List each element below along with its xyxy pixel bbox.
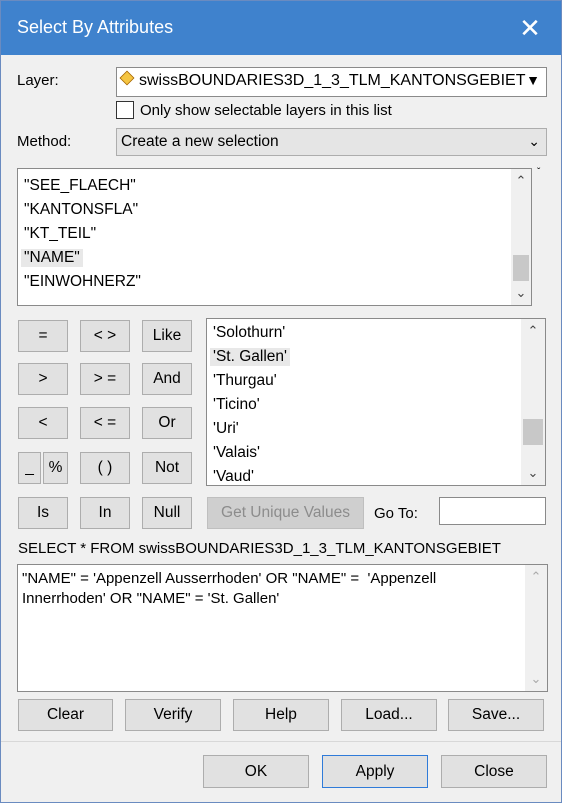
apply-button[interactable]: Apply	[322, 755, 428, 788]
scroll-up-icon[interactable]: ⌃	[511, 171, 531, 191]
get-unique-values-button[interactable]: Get Unique Values	[207, 497, 364, 529]
scroll-thumb[interactable]	[523, 419, 543, 445]
value-item[interactable]: 'Ticino'	[213, 396, 260, 414]
query-expression-text: "NAME" = 'Appenzell Ausserrhoden' OR "NA…	[22, 570, 441, 607]
greater-equal-button[interactable]: > =	[80, 363, 130, 395]
query-expression-textarea[interactable]: "NAME" = 'Appenzell Ausserrhoden' OR "NA…	[17, 564, 548, 692]
save-button[interactable]: Save...	[448, 699, 544, 731]
scroll-up-icon[interactable]: ⌃	[525, 567, 547, 587]
field-item[interactable]: "KT_TEIL"	[24, 225, 96, 243]
goto-input[interactable]	[439, 497, 546, 525]
method-label: Method:	[17, 133, 72, 150]
greater-than-button[interactable]: >	[18, 363, 68, 395]
goto-label: Go To:	[374, 505, 418, 522]
field-item[interactable]: "SEE_FLAECH"	[24, 177, 136, 195]
values-scrollbar[interactable]: ⌃ ⌄	[521, 319, 545, 485]
scroll-down-icon[interactable]: ⌄	[525, 669, 547, 689]
method-dropdown[interactable]: Create a new selection ⌄	[116, 128, 547, 156]
scroll-down-icon[interactable]: ⌄	[521, 463, 545, 483]
close-button[interactable]: Close	[441, 755, 547, 788]
scroll-up-icon[interactable]: ⌃	[521, 321, 545, 341]
values-list[interactable]: 'Solothurn' 'St. Gallen' 'Thurgau' 'Tici…	[206, 318, 546, 486]
close-icon[interactable]: ✕	[513, 9, 547, 47]
field-item[interactable]: "EINWOHNERZ"	[24, 273, 141, 291]
fields-resize-icon: ˇ	[537, 167, 541, 178]
selectable-only-checkbox[interactable]	[116, 101, 134, 119]
scroll-down-icon[interactable]: ⌄	[511, 283, 531, 303]
fields-scrollbar[interactable]: ⌃ ⌄	[511, 169, 531, 305]
field-item[interactable]: "KANTONSFLA"	[24, 201, 138, 219]
less-than-button[interactable]: <	[18, 407, 68, 439]
percent-button[interactable]: %	[43, 452, 68, 484]
value-item[interactable]: 'Vaud'	[213, 468, 254, 485]
like-button[interactable]: Like	[142, 320, 192, 352]
chevron-down-icon: ⌄	[528, 133, 540, 149]
field-item-selected[interactable]: "NAME"	[21, 249, 83, 267]
verify-button[interactable]: Verify	[125, 699, 221, 731]
value-item[interactable]: 'Valais'	[213, 444, 260, 462]
in-button[interactable]: In	[80, 497, 130, 529]
and-button[interactable]: And	[142, 363, 192, 395]
selectable-only-label: Only show selectable layers in this list	[140, 102, 392, 119]
clear-button[interactable]: Clear	[18, 699, 113, 731]
help-button[interactable]: Help	[233, 699, 329, 731]
underscore-button[interactable]: _	[18, 452, 41, 484]
layer-dropdown[interactable]: swissBOUNDARIES3D_1_3_TLM_KANTONSGEBIET …	[116, 67, 547, 97]
equals-button[interactable]: =	[18, 320, 68, 352]
layer-icon	[119, 70, 135, 86]
value-item-selected[interactable]: 'St. Gallen'	[210, 348, 290, 366]
value-item[interactable]: 'Solothurn'	[213, 324, 285, 342]
or-button[interactable]: Or	[142, 407, 192, 439]
footer-divider	[1, 741, 561, 742]
value-item[interactable]: 'Uri'	[213, 420, 239, 438]
layer-dropdown-value: swissBOUNDARIES3D_1_3_TLM_KANTONSGEBIET	[139, 72, 526, 89]
null-button[interactable]: Null	[142, 497, 192, 529]
query-header: SELECT * FROM swissBOUNDARIES3D_1_3_TLM_…	[18, 540, 501, 557]
query-scrollbar[interactable]: ⌃ ⌄	[525, 565, 547, 691]
method-dropdown-value: Create a new selection	[121, 133, 279, 150]
dialog-title: Select By Attributes	[17, 17, 174, 37]
layer-label: Layer:	[17, 72, 59, 89]
not-equals-button[interactable]: < >	[80, 320, 130, 352]
chevron-down-icon: ▼	[526, 72, 540, 88]
fields-list[interactable]: "SEE_FLAECH" "KANTONSFLA" "KT_TEIL" "NAM…	[17, 168, 532, 306]
scroll-thumb[interactable]	[513, 255, 529, 281]
select-by-attributes-dialog: Select By Attributes ✕ Layer: swissBOUND…	[0, 0, 562, 803]
load-button[interactable]: Load...	[341, 699, 437, 731]
not-button[interactable]: Not	[142, 452, 192, 484]
parentheses-button[interactable]: ( )	[80, 452, 130, 484]
is-button[interactable]: Is	[18, 497, 68, 529]
title-bar: Select By Attributes ✕	[1, 1, 561, 55]
value-item[interactable]: 'Thurgau'	[213, 372, 277, 390]
less-equal-button[interactable]: < =	[80, 407, 130, 439]
ok-button[interactable]: OK	[203, 755, 309, 788]
